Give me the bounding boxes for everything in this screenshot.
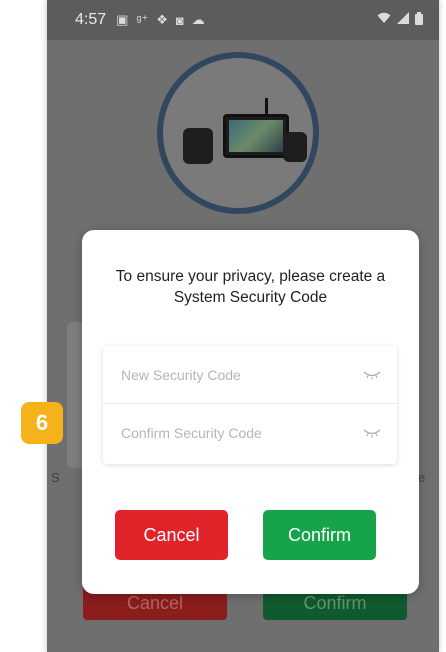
confirm-button[interactable]: Confirm: [263, 510, 376, 560]
signal-text-icon: ᵍ⁺: [136, 12, 149, 27]
dialog-message: To ensure your privacy, please create a …: [115, 268, 386, 306]
cloud-icon: ☁: [191, 12, 205, 27]
step-number-badge: 6: [21, 402, 63, 444]
camera-system-image: [183, 98, 307, 170]
confirm-code-row: [103, 404, 397, 462]
image-icon: ▣: [116, 12, 129, 27]
new-code-row: [103, 346, 397, 404]
calendar-icon: ◙: [175, 12, 184, 28]
battery-icon: [415, 12, 423, 28]
wifi-icon: [377, 12, 391, 28]
product-image-circle: [157, 52, 319, 214]
eye-closed-icon[interactable]: [361, 369, 383, 381]
security-code-fields: [103, 346, 397, 464]
eye-closed-icon[interactable]: [361, 427, 383, 439]
confirm-security-code-input[interactable]: [121, 425, 361, 441]
status-bar: 4:57 ▣ ᵍ⁺ ❖ ◙ ☁: [47, 0, 439, 40]
status-time: 4:57: [75, 11, 107, 28]
background-text-fragment-left: S: [51, 470, 60, 485]
cell-signal-icon: [397, 12, 409, 28]
cancel-button[interactable]: Cancel: [115, 510, 228, 560]
background-text-fragment-right: e: [418, 470, 426, 485]
dropbox-icon: ❖: [156, 12, 168, 27]
security-code-dialog: To ensure your privacy, please create a …: [82, 230, 419, 594]
new-security-code-input[interactable]: [121, 366, 361, 383]
